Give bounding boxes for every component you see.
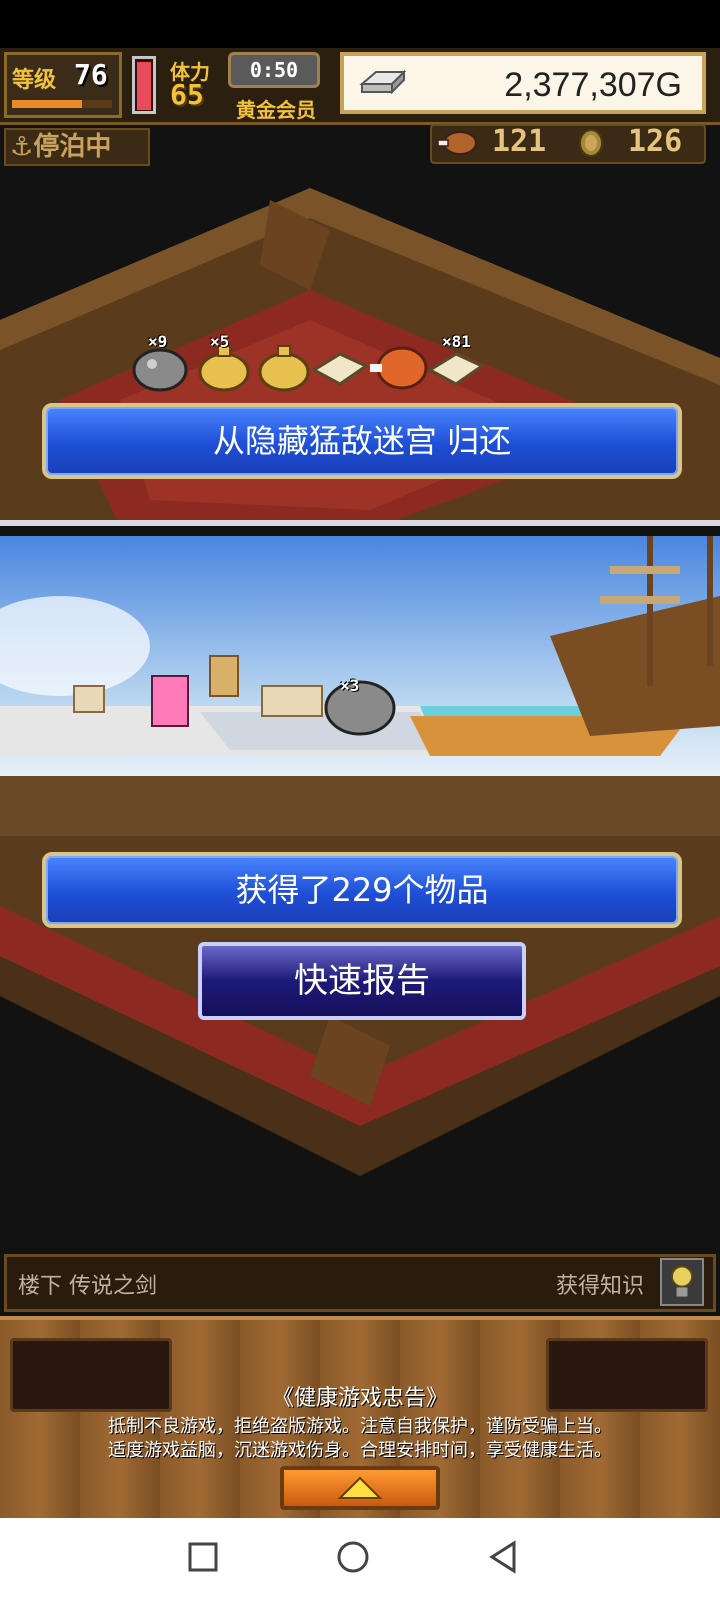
status-bar xyxy=(0,0,720,48)
cloth-icon xyxy=(310,352,370,386)
system-nav-bar xyxy=(0,1518,720,1600)
stamina-value: 65 xyxy=(170,78,204,111)
meat-icon xyxy=(437,131,477,155)
timer: 0:50 xyxy=(228,52,320,88)
item-count: ×81 xyxy=(442,332,471,351)
harbor-item-count: ×3 xyxy=(340,676,360,695)
docked-status: ⚓停泊中 xyxy=(4,128,150,166)
recents-square-icon[interactable] xyxy=(188,1542,218,1572)
gold-sack-icon xyxy=(258,345,310,392)
return-banner: 从隐藏猛敌迷宫 归还 xyxy=(42,403,682,479)
medal-icon xyxy=(579,129,603,157)
item-count: ×5 xyxy=(210,332,230,351)
health-notice-line2: 适度游戏益脑，沉迷游戏伤身。合理安排时间，享受健康生活。 xyxy=(108,1440,612,1461)
lightbulb-icon[interactable] xyxy=(660,1258,704,1306)
back-triangle-icon[interactable] xyxy=(488,1540,518,1574)
docked-status-label: 停泊中 xyxy=(33,132,112,162)
medal-count: 126 xyxy=(628,124,683,159)
items-obtained-banner: 获得了229个物品 xyxy=(42,852,682,928)
money-value: 2,377,307G xyxy=(504,66,682,104)
silver-ingot-icon xyxy=(359,69,407,95)
food-count: 121 xyxy=(492,124,547,159)
reward-item-strip: ×9 ×5 ×81 xyxy=(130,330,510,400)
level-progress-fill xyxy=(12,100,82,108)
knowledge-label[interactable]: 获得知识 xyxy=(556,1268,644,1300)
health-notice-line1: 抵制不良游戏，拒绝盗版游戏。注意自我保护，谨防受骗上当。 xyxy=(108,1416,612,1437)
expand-menu-button[interactable] xyxy=(280,1466,440,1510)
home-circle-icon[interactable] xyxy=(336,1540,370,1574)
membership-label[interactable]: 黄金会员 xyxy=(236,94,316,123)
level-label: 等级 xyxy=(12,68,57,93)
quick-report-button[interactable]: 快速报告 xyxy=(198,942,526,1020)
health-notice-title: 《健康游戏忠告》 xyxy=(271,1386,448,1411)
health-gauge-fill xyxy=(137,62,151,110)
item-count: ×9 xyxy=(148,332,168,351)
meat-icon xyxy=(370,346,428,390)
floor-label[interactable]: 楼下 传说之剑 xyxy=(18,1268,157,1300)
level-value: 76 xyxy=(74,58,108,91)
arrow-up-icon xyxy=(337,1476,383,1499)
harbor-scene xyxy=(0,536,720,776)
